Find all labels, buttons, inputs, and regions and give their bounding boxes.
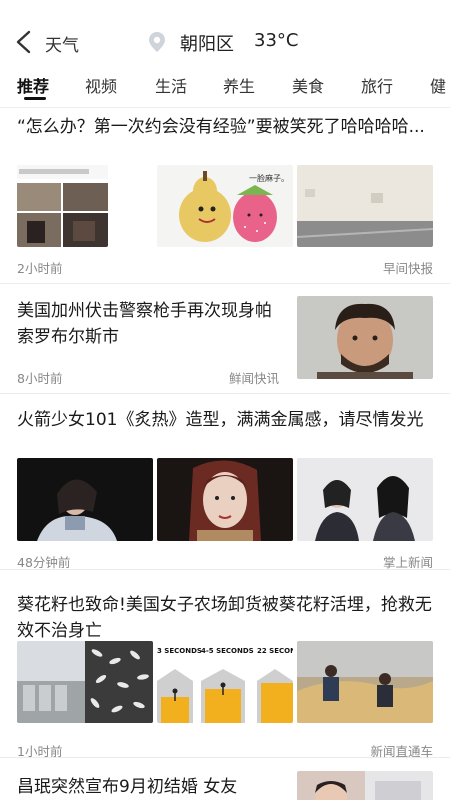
tab-travel[interactable]: 旅行 [361, 73, 393, 97]
news-title[interactable]: 葵花籽也致命!美国女子农场卸货被葵花籽活埋，抢救无效不治身亡 [17, 592, 437, 644]
news-title[interactable]: 昌珉突然宣布9月初结婚 女友 [17, 774, 285, 800]
news-item[interactable]: 火箭少女101《炙热》造型，满满金属感，请尽情发光 48分钟前 掌上新闻 [0, 394, 450, 570]
news-image[interactable] [17, 165, 108, 247]
tab-food[interactable]: 美食 [292, 73, 324, 97]
news-item[interactable]: 美国加州伏击警察枪手再次现身帕索罗布尔斯市 8小时前 鲜闻快讯 [0, 284, 450, 394]
news-image[interactable] [297, 296, 433, 379]
news-item[interactable]: 葵花籽也致命!美国女子农场卸货被葵花籽活埋，抢救无效不治身亡 3 SECONDS… [0, 570, 450, 759]
tab-health[interactable]: 养生 [223, 73, 255, 97]
news-image[interactable] [297, 458, 433, 541]
back-arrow-icon[interactable] [14, 30, 34, 54]
news-image[interactable]: 3 SECONDS 4-5 SECONDS 22 SECONDS [157, 641, 293, 723]
news-item[interactable]: 昌珉突然宣布9月初结婚 女友 [0, 758, 450, 800]
tab-video[interactable]: 视频 [85, 73, 117, 97]
news-image[interactable] [297, 771, 433, 800]
tab-partial[interactable]: 健 [430, 73, 446, 97]
news-source[interactable]: 鲜闻快讯 [229, 368, 279, 387]
news-title[interactable]: “怎么办？第一次约会没有经验”要被笑死了哈哈哈哈... [17, 114, 437, 140]
image-caption: 3 SECONDS [157, 647, 202, 655]
news-image[interactable]: 一脸麻子。 [157, 165, 293, 247]
news-title[interactable]: 火箭少女101《炙热》造型，满满金属感，请尽情发光 [17, 407, 437, 433]
tab-life[interactable]: 生活 [155, 73, 187, 97]
publish-time: 48分钟前 [17, 555, 71, 570]
news-image[interactable] [17, 458, 153, 541]
news-item[interactable]: “怎么办？第一次约会没有经验”要被笑死了哈哈哈哈... 一脸麻子。 2小时前 早… [0, 108, 450, 284]
location-pin-icon [149, 32, 165, 52]
active-tab-indicator [24, 97, 46, 100]
top-bar: 天气 朝阳区 33°C [0, 0, 450, 62]
news-image[interactable] [297, 641, 433, 723]
tab-recommend[interactable]: 推荐 [17, 73, 49, 97]
news-title[interactable]: 美国加州伏击警察枪手再次现身帕索罗布尔斯市 [17, 298, 285, 350]
image-caption: 一脸麻子。 [249, 173, 289, 183]
category-tabs: 推荐 视频 生活 养生 美食 旅行 健 [0, 62, 450, 108]
news-source[interactable]: 掌上新闻 [383, 552, 433, 571]
image-caption: 4-5 SECONDS [201, 647, 254, 655]
city-name[interactable]: 朝阳区 [180, 30, 234, 56]
publish-time: 2小时前 [17, 261, 63, 276]
back-label[interactable]: 天气 [45, 31, 79, 56]
news-source[interactable]: 早间快报 [383, 258, 433, 277]
image-caption: 22 SECONDS [257, 647, 293, 655]
news-image[interactable] [297, 165, 433, 247]
news-image[interactable] [17, 641, 153, 723]
publish-time: 8小时前 [17, 371, 63, 386]
news-image[interactable] [157, 458, 293, 541]
temperature: 33°C [254, 30, 299, 51]
